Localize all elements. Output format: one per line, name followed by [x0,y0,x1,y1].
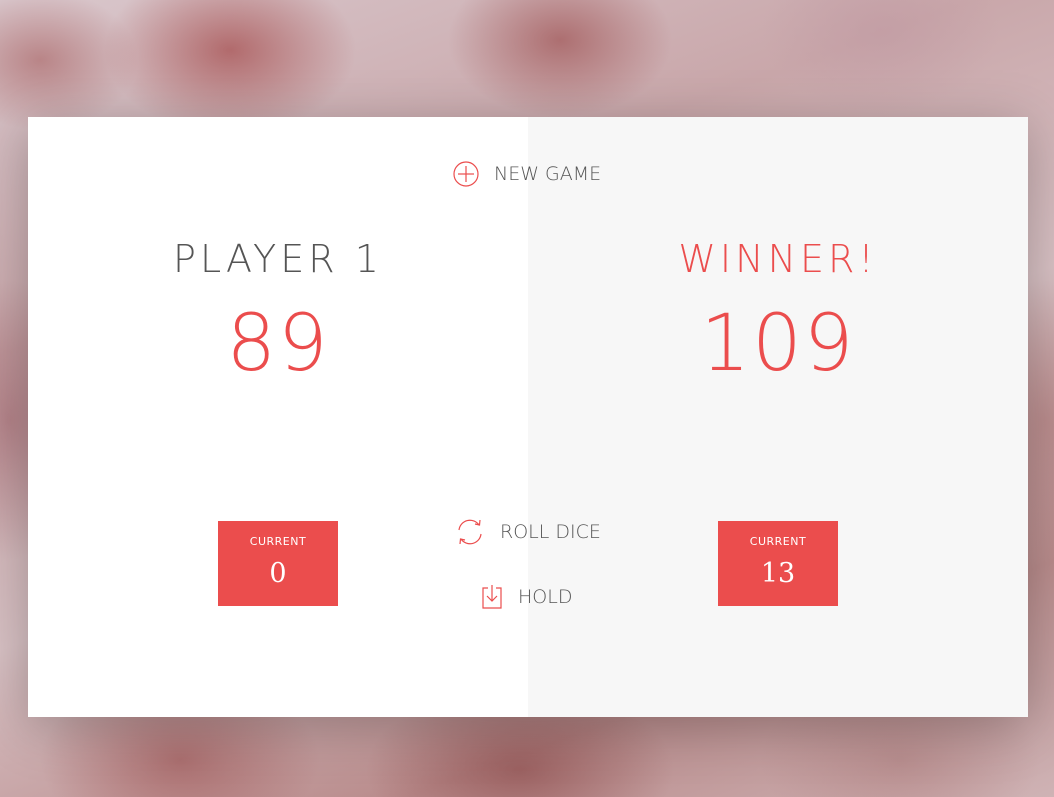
new-game-button[interactable]: NEW GAME [452,160,601,188]
hold-label: HOLD [518,586,573,608]
player-1-panel: PLAYER 1 89 CURRENT 0 [28,117,528,717]
game-board: PLAYER 1 89 CURRENT 0 WINNER! 109 CURREN… [28,117,1028,717]
roll-dice-button[interactable]: ROLL DICE [454,517,601,547]
roll-dice-label: ROLL DICE [500,521,601,543]
plus-circle-icon [452,160,480,188]
player-2-panel: WINNER! 109 CURRENT 13 [528,117,1028,717]
hold-button[interactable]: HOLD [481,584,572,610]
new-game-label: NEW GAME [494,163,602,185]
player-2-current-label: CURRENT [749,535,807,548]
player-1-score: 89 [226,299,330,389]
player-1-current-box: CURRENT 0 [218,521,338,606]
player-1-current-score: 0 [269,558,287,589]
player-1-current-label: CURRENT [249,535,307,548]
player-2-name: WINNER! [678,237,878,281]
player-2-score: 109 [700,299,856,389]
player-1-name: PLAYER 1 [173,237,383,281]
download-icon [481,584,503,610]
refresh-icon [454,517,486,547]
player-2-current-score: 13 [760,558,796,589]
player-2-current-box: CURRENT 13 [718,521,838,606]
